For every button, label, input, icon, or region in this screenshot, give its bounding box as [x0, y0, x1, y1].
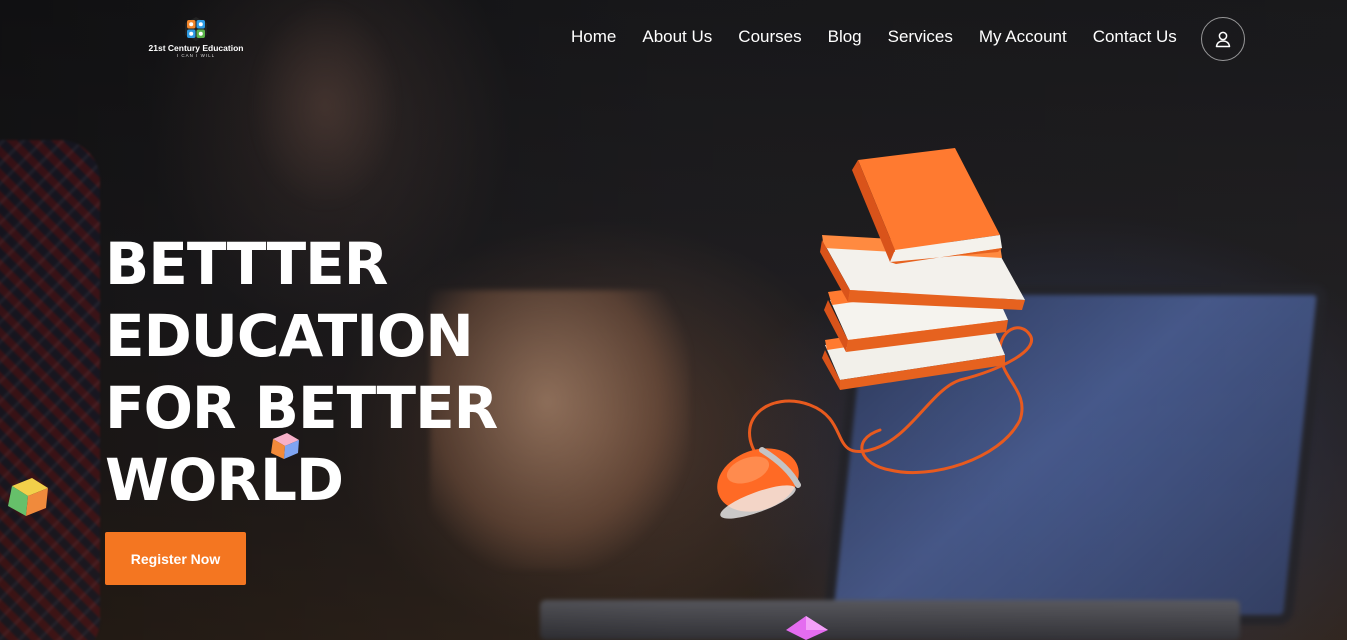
logo-mark-icon	[185, 17, 207, 41]
nav-item-blog[interactable]: Blog	[828, 26, 862, 48]
headline-line-1: BETTTER	[105, 230, 388, 298]
nav-item-contact-us[interactable]: Contact Us	[1093, 26, 1177, 48]
hero-headline: BETTTER EDUCATION FOR BETTER WORLD	[105, 228, 525, 516]
nav-item-services[interactable]: Services	[888, 26, 953, 48]
cube-icon	[271, 433, 299, 459]
headline-line-2: EDUCATION	[105, 302, 474, 370]
main-nav: Home About Us Courses Blog Services My A…	[571, 26, 1203, 48]
logo-title: 21st Century Education	[148, 43, 244, 53]
site-logo[interactable]: 21st Century Education I CAN I WILL	[146, 16, 246, 62]
nav-item-about-us[interactable]: About Us	[642, 26, 712, 48]
nav-item-home[interactable]: Home	[571, 26, 616, 48]
gem-icon	[786, 616, 828, 640]
headline-line-4: WORLD	[105, 446, 344, 514]
register-now-button[interactable]: Register Now	[105, 532, 246, 585]
books-with-mouse-illustration	[717, 148, 1034, 519]
nav-item-courses[interactable]: Courses	[738, 26, 801, 48]
nav-item-my-account[interactable]: My Account	[979, 26, 1067, 48]
headline-line-3: FOR BETTER	[105, 374, 498, 442]
logo-tagline: I CAN I WILL	[176, 53, 216, 58]
cube-icon	[8, 478, 48, 516]
user-icon	[1215, 31, 1231, 48]
account-button[interactable]	[1201, 17, 1245, 61]
